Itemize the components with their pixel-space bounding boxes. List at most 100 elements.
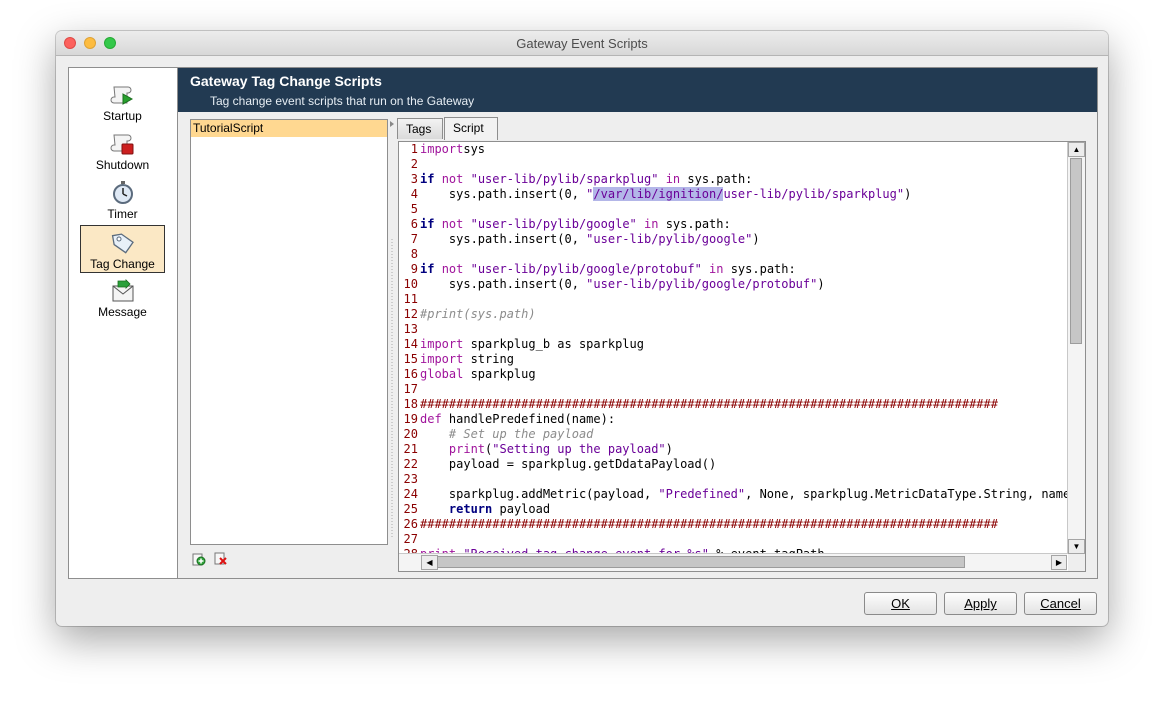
code-token: "Setting up the payload": [492, 442, 666, 456]
tab-tags[interactable]: Tags: [397, 118, 443, 139]
code-line[interactable]: 6 if not "user-lib/pylib/google" in sys.p…: [399, 217, 1067, 232]
code-line[interactable]: 22 payload = sparkplug.getDdataPayload(): [399, 457, 1067, 472]
cancel-button[interactable]: Cancel: [1024, 592, 1097, 615]
line-content: return payload: [420, 502, 550, 517]
line-number: 11: [403, 292, 418, 306]
horizontal-scroll-thumb[interactable]: [437, 556, 965, 568]
code-line[interactable]: 27: [399, 532, 1067, 547]
scroll-down-button[interactable]: ▼: [1068, 539, 1085, 554]
panel-splitter[interactable]: [389, 119, 395, 573]
code-line[interactable]: 10 sys.path.insert(0, "user-lib/pylib/go…: [399, 277, 1067, 292]
line-number: 9: [410, 262, 418, 276]
code-line[interactable]: 3 if not "user-lib/pylib/sparkplug" in sy…: [399, 172, 1067, 187]
code-token: import: [420, 142, 464, 156]
apply-button[interactable]: Apply: [944, 592, 1017, 615]
code-token: ########################################…: [420, 517, 998, 531]
nav-item-shutdown[interactable]: Shutdown: [80, 127, 165, 175]
page-title: Gateway Tag Change Scripts: [190, 73, 382, 89]
script-list[interactable]: TutorialScript: [190, 119, 388, 545]
code-line[interactable]: 14 import sparkplug_b as sparkplug: [399, 337, 1067, 352]
ok-button[interactable]: OK: [864, 592, 937, 615]
line-number: 4: [410, 187, 418, 201]
nav-label-shutdown: Shutdown: [95, 158, 150, 172]
code-line[interactable]: 2: [399, 157, 1067, 172]
code-token: if: [420, 217, 435, 231]
script-list-item[interactable]: TutorialScript: [191, 120, 387, 137]
code-line[interactable]: 12 #print(sys.path): [399, 307, 1067, 322]
title-bar[interactable]: Gateway Event Scripts: [56, 31, 1108, 56]
code-line[interactable]: 13: [399, 322, 1067, 337]
line-number: 18: [403, 397, 418, 411]
scroll-up-button[interactable]: ▲: [1068, 142, 1085, 157]
line-content: sys.path.insert(0, "/var/lib/ignition/us…: [420, 187, 911, 202]
scroll-left-button[interactable]: ◀: [421, 555, 438, 570]
line-number: 1: [410, 142, 418, 156]
horizontal-scrollbar[interactable]: ◀ ▶: [399, 553, 1067, 571]
code-line[interactable]: 24 sparkplug.addMetric(payload, "Predefi…: [399, 487, 1067, 502]
code-token: import: [420, 352, 464, 366]
code-token: not: [441, 217, 464, 231]
code-line[interactable]: 4 sys.path.insert(0, "/var/lib/ignition/…: [399, 187, 1067, 202]
code-token: "user-lib/pylib/google": [586, 232, 753, 246]
vertical-scroll-thumb[interactable]: [1070, 158, 1082, 344]
tab-script[interactable]: Script: [444, 117, 498, 140]
window-title: Gateway Event Scripts: [516, 36, 648, 51]
code-line[interactable]: 5: [399, 202, 1067, 217]
remove-script-icon[interactable]: [214, 552, 228, 569]
code-line[interactable]: 17: [399, 382, 1067, 397]
code-token: sys.path:: [658, 217, 731, 231]
code-token: import: [420, 337, 464, 351]
code-line[interactable]: 15 import string: [399, 352, 1067, 367]
code-line[interactable]: 26 ######################################…: [399, 517, 1067, 532]
code-token: "user-lib/pylib/google/protobuf": [586, 277, 818, 291]
nav-item-message[interactable]: Message: [80, 274, 165, 322]
line-content: if not "user-lib/pylib/google" in sys.pa…: [420, 217, 731, 232]
vertical-scrollbar[interactable]: ▲ ▼: [1067, 142, 1085, 554]
line-number: 14: [403, 337, 418, 351]
line-number: 10: [403, 277, 418, 291]
nav-item-timer[interactable]: Timer: [80, 176, 165, 224]
line-content: ########################################…: [420, 397, 998, 412]
code-line[interactable]: 19 def handlePredefined(name):: [399, 412, 1067, 427]
scroll-right-button[interactable]: ▶: [1051, 555, 1067, 570]
add-script-icon[interactable]: [192, 552, 206, 569]
code-token: return: [448, 502, 493, 516]
code-line[interactable]: 21 print("Setting up the payload"): [399, 442, 1067, 457]
code-token: ########################################…: [420, 397, 998, 411]
code-line[interactable]: 7 sys.path.insert(0, "user-lib/pylib/goo…: [399, 232, 1067, 247]
code-line[interactable]: 23: [399, 472, 1067, 487]
code-line[interactable]: 25 return payload: [399, 502, 1067, 517]
code-line[interactable]: 18 ######################################…: [399, 397, 1067, 412]
code-token: sys.path.insert(0,: [420, 277, 587, 291]
script-list-toolbar: [192, 552, 233, 569]
nav-label-timer: Timer: [107, 207, 138, 221]
code-line[interactable]: 8: [399, 247, 1067, 262]
code-line[interactable]: 1 importsys: [399, 142, 1067, 157]
code-area[interactable]: 1 importsys 2 3 if not "user-lib/pylib/spark…: [399, 142, 1067, 554]
code-line[interactable]: 9 if not "user-lib/pylib/google/protobuf"…: [399, 262, 1067, 277]
nav-item-tag-change[interactable]: Tag Change: [80, 225, 165, 273]
code-token: sys.path.insert(0,: [420, 187, 587, 201]
code-line[interactable]: 20 # Set up the payload: [399, 427, 1067, 442]
code-token: "user-lib/pylib/google/protobuf": [470, 262, 702, 276]
line-content: def handlePredefined(name):: [420, 412, 615, 427]
nav-item-startup[interactable]: Startup: [80, 78, 165, 126]
code-token: ): [665, 442, 673, 456]
code-token: , None, sparkplug.MetricDataType.String,…: [745, 487, 1067, 501]
code-token: if: [420, 172, 435, 186]
line-content: import sparkplug_b as sparkplug: [420, 337, 644, 352]
code-line[interactable]: 16 global sparkplug: [399, 367, 1067, 382]
code-line[interactable]: 11: [399, 292, 1067, 307]
apply-button-label: Apply: [964, 596, 997, 611]
line-number: 22: [403, 457, 418, 471]
line-content: import string: [420, 352, 514, 367]
line-content: global sparkplug: [420, 367, 536, 382]
script-editor[interactable]: 1 importsys 2 3 if not "user-lib/pylib/spark…: [398, 141, 1086, 572]
line-content: importsys: [420, 142, 485, 157]
line-content: sys.path.insert(0, "user-lib/pylib/googl…: [420, 277, 825, 292]
